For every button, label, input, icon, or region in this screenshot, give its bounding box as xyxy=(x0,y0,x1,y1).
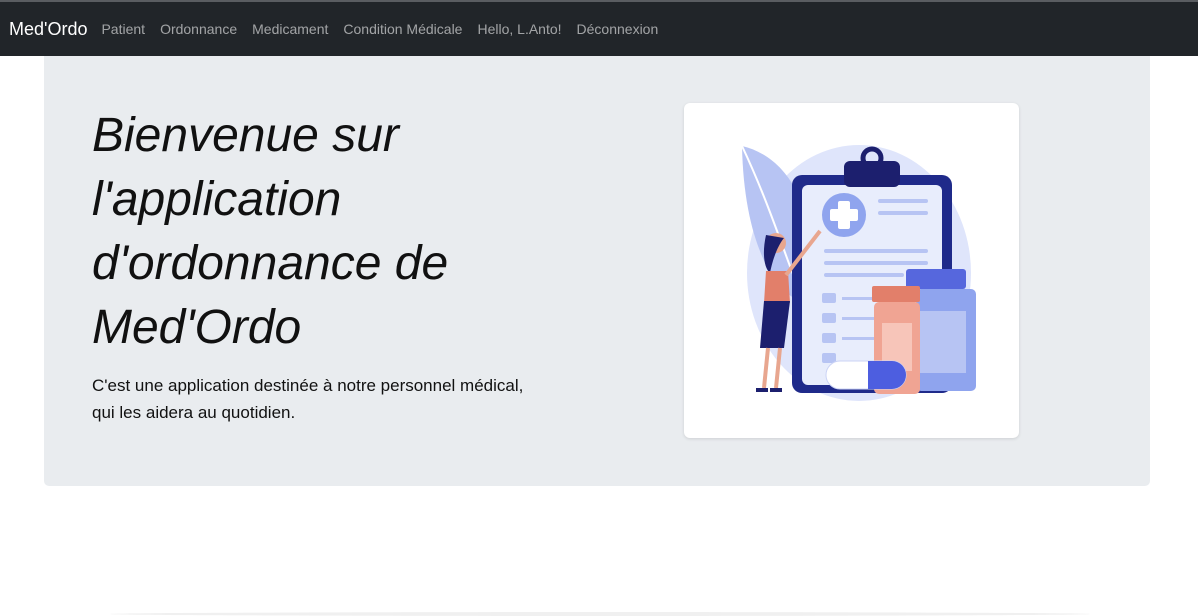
nav-link-ordonnance[interactable]: Ordonnance xyxy=(160,21,237,37)
hero-description-line-2: qui les aidera au quotidien. xyxy=(92,403,296,422)
brand-link[interactable]: Med'Ordo xyxy=(9,19,87,40)
welcome-jumbotron: Bienvenue sur l'application d'ordonnance… xyxy=(44,56,1150,486)
page-title: Bienvenue sur l'application d'ordonnance… xyxy=(92,109,449,354)
nav-link-patient[interactable]: Patient xyxy=(101,21,145,37)
doctor-clipboard-medicine-illustration-icon xyxy=(741,145,976,401)
nav-link-medicament[interactable]: Medicament xyxy=(252,21,328,37)
illustration-card xyxy=(684,103,1019,438)
user-greeting: Hello, L.Anto! xyxy=(477,21,562,37)
nav-link-condition-medicale[interactable]: Condition Médicale xyxy=(343,21,462,37)
page-bottom-shadow xyxy=(110,612,1090,616)
top-navbar: Med'Ordo Patient Ordonnance Medicament C… xyxy=(0,0,1198,56)
hero-description: C'est une application destinée à notre p… xyxy=(92,372,602,426)
logout-link[interactable]: Déconnexion xyxy=(577,21,659,37)
hero-description-line-1: C'est une application destinée à notre p… xyxy=(92,376,524,395)
